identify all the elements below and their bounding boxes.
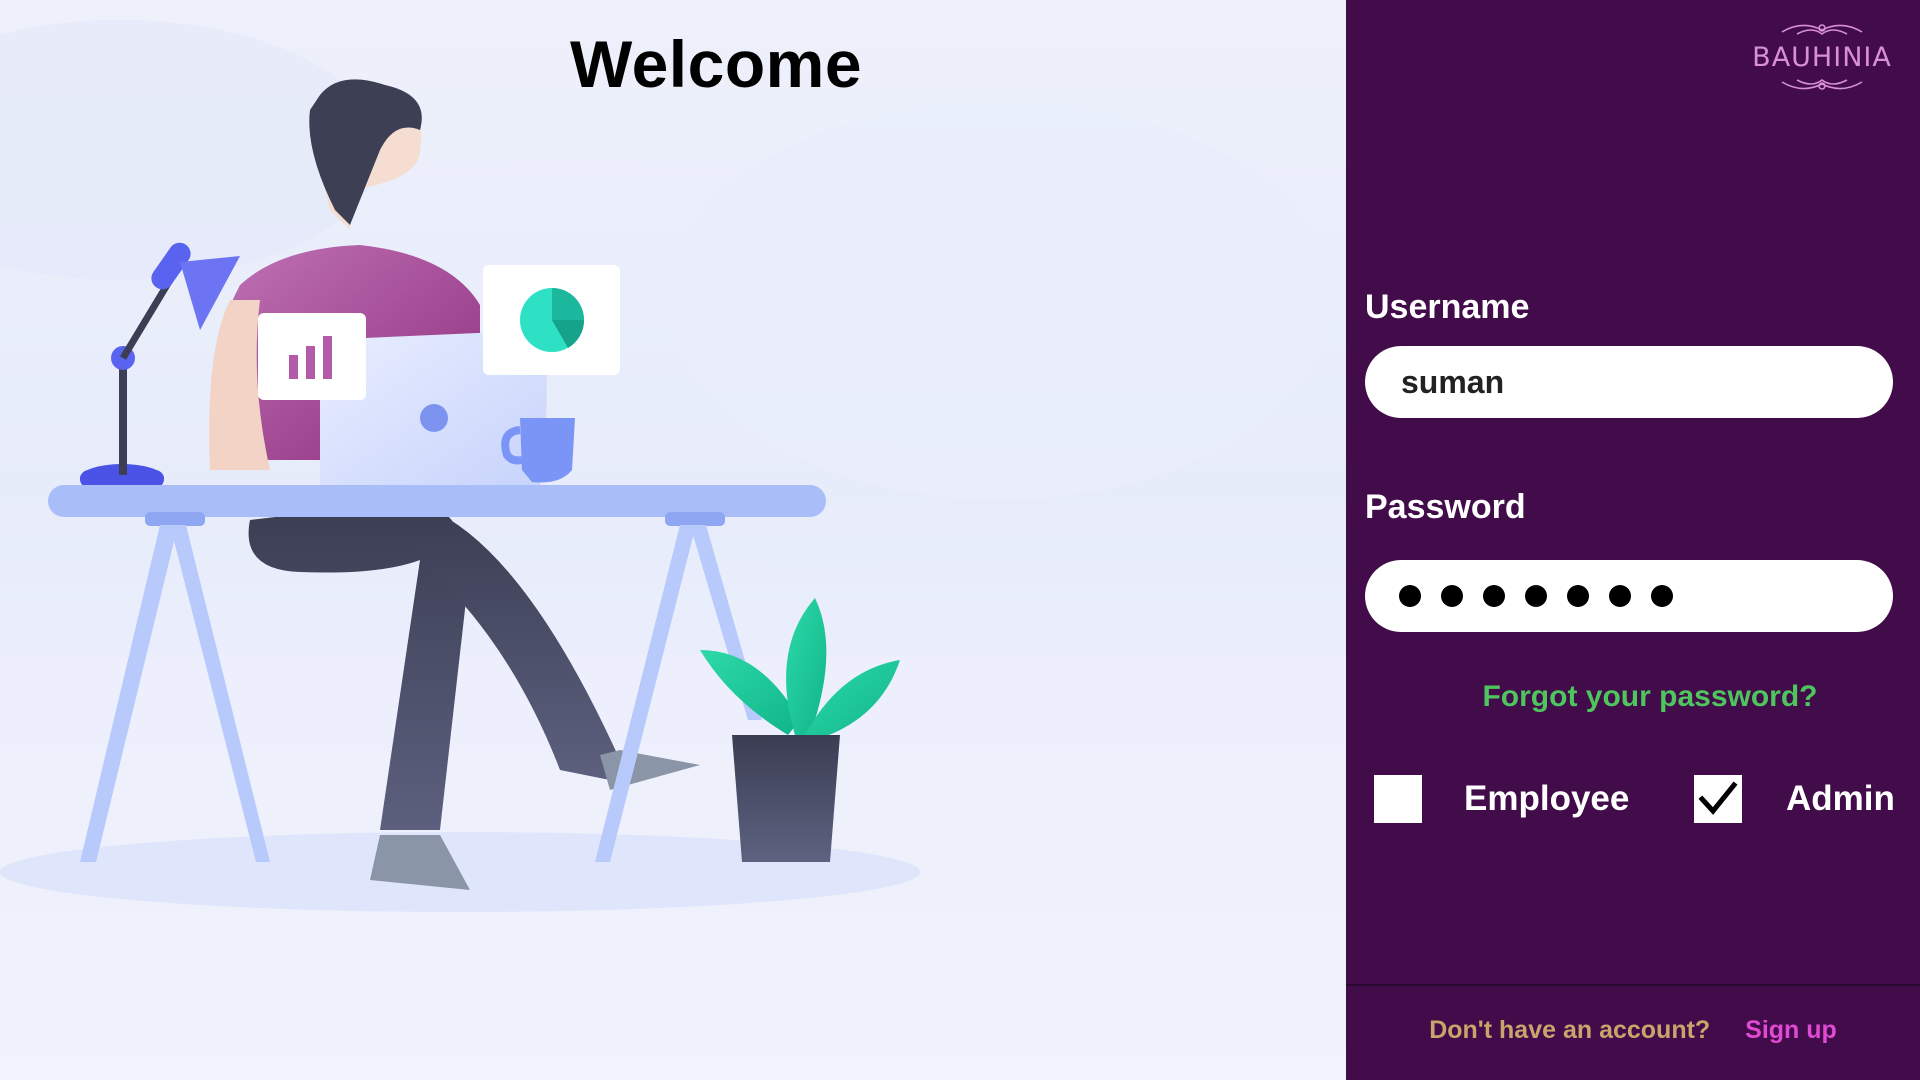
password-label: Password (1365, 488, 1526, 526)
password-field[interactable] (1365, 560, 1893, 632)
admin-checkbox[interactable] (1694, 775, 1742, 823)
workspace-illustration (0, 20, 1346, 1080)
password-mask-dot (1483, 585, 1505, 607)
login-panel: BAUHINIA Username Password Forgot your p… (1346, 0, 1920, 1080)
password-mask-dot (1651, 585, 1673, 607)
chart-card-illustration (258, 313, 366, 400)
pie-card-illustration (483, 265, 620, 375)
bauhinia-logo: BAUHINIA (1742, 16, 1902, 96)
login-screen: Welcome BAUHINIA Username Password (0, 0, 1920, 1080)
employee-checkbox[interactable] (1374, 775, 1422, 823)
username-field[interactable] (1365, 346, 1893, 418)
password-mask[interactable] (1399, 585, 1673, 607)
password-mask-dot (1609, 585, 1631, 607)
role-selector: Employee Admin (1374, 775, 1895, 825)
footer-divider (1346, 984, 1920, 986)
forgot-password-link[interactable]: Forgot your password? (1346, 680, 1920, 714)
password-mask-dot (1399, 585, 1421, 607)
signup-prompt: Don't have an account? (1429, 1016, 1711, 1044)
welcome-panel: Welcome (0, 0, 1346, 1080)
welcome-title: Welcome (569, 27, 863, 101)
username-input[interactable] (1399, 362, 1859, 402)
checkmark-icon (1698, 781, 1738, 815)
signup-footer: Don't have an account? Sign up (1346, 1016, 1920, 1045)
username-label: Username (1365, 288, 1530, 326)
admin-label: Admin (1786, 779, 1895, 818)
password-mask-dot (1441, 585, 1463, 607)
password-mask-dot (1525, 585, 1547, 607)
logo-text: BAUHINIA (1752, 42, 1892, 73)
password-mask-dot (1567, 585, 1589, 607)
signup-link[interactable]: Sign up (1745, 1016, 1837, 1044)
employee-label: Employee (1464, 779, 1630, 818)
